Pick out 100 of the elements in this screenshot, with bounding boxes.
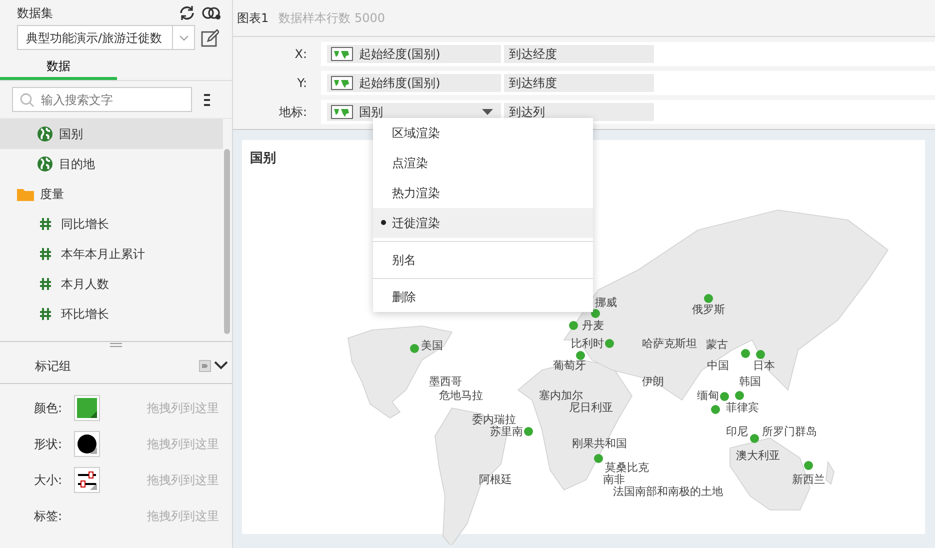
landmass-shape	[826, 460, 834, 485]
data-tab[interactable]: 数据	[0, 53, 117, 80]
hash-icon	[40, 218, 51, 230]
caret-icon	[482, 108, 493, 114]
splitter-handle[interactable]	[0, 341, 232, 348]
slider-icon	[77, 470, 97, 490]
location-dot	[711, 405, 720, 414]
country-label: 美国	[421, 340, 443, 352]
menu-item[interactable]: 热力渲染	[373, 178, 593, 208]
field-item[interactable]: 本月人数	[0, 269, 223, 299]
country-label: 印尼	[726, 426, 748, 438]
hash-icon	[40, 278, 51, 290]
size-button[interactable]	[74, 467, 100, 493]
mark-label: 标签:	[34, 508, 64, 525]
menu-item[interactable]: 迁徙渲染	[373, 208, 593, 238]
country-label: 尼日利亚	[569, 402, 613, 414]
color-swatch-icon	[77, 398, 97, 418]
country-label: 日本	[753, 360, 775, 372]
country-label: 莫桑比克	[605, 462, 649, 474]
target-pill[interactable]: 到达纬度	[504, 74, 654, 92]
location-dot	[804, 461, 813, 470]
location-dot	[756, 350, 765, 359]
dataset-select[interactable]: 典型功能演示/旅游迁徙数	[17, 25, 195, 50]
shelf-label: X:	[294, 46, 308, 62]
menu-item[interactable]: 别名	[373, 245, 593, 275]
location-dot	[594, 454, 603, 463]
country-label: 所罗门群岛	[762, 426, 817, 438]
country-label: 菲律宾	[726, 402, 759, 414]
chart-title: 图表1	[237, 10, 269, 27]
linked-circles-icon[interactable]	[202, 5, 222, 21]
chevron-down-icon[interactable]	[214, 361, 228, 370]
drop-hint: 拖拽列到这里	[147, 436, 219, 453]
field-item[interactable]: 同比增长	[0, 209, 223, 239]
target-pill[interactable]: 到达经度	[504, 44, 654, 62]
country-label: 伊朗	[642, 376, 664, 388]
location-dot	[735, 391, 744, 400]
map-icon	[331, 76, 353, 90]
menu-item[interactable]: 点渲染	[373, 148, 593, 178]
country-label: 俄罗斯	[692, 304, 725, 316]
country-label: 挪威	[595, 297, 617, 309]
country-label: 刚果共和国	[572, 438, 627, 450]
location-dot	[741, 349, 750, 358]
caret-icon	[178, 34, 188, 40]
bullet-icon	[381, 220, 386, 225]
mark-label: 颜色:	[34, 400, 64, 417]
country-label: 新西兰	[792, 474, 825, 486]
shape-button[interactable]	[74, 431, 100, 457]
country-label: 阿根廷	[479, 474, 512, 486]
mark-label: 大小:	[34, 472, 64, 489]
country-label: 法国南部和南极的土地	[613, 486, 723, 498]
map-icon	[331, 46, 353, 60]
country-label: 葡萄牙	[553, 360, 586, 372]
field-item[interactable]: 本年本月止累计	[0, 239, 223, 269]
field-item[interactable]: 目的地	[0, 149, 223, 179]
map-icon	[331, 104, 353, 118]
edit-icon[interactable]	[201, 28, 219, 46]
refresh-icon[interactable]	[178, 4, 196, 22]
sample-count: 数据样本行数 5000	[278, 10, 385, 27]
dataset-label: 数据集	[17, 5, 53, 22]
hash-icon	[40, 248, 51, 260]
menu-icon[interactable]	[204, 94, 210, 106]
scrollbar[interactable]	[224, 149, 230, 334]
search-icon	[20, 93, 34, 107]
grip-icon	[110, 343, 122, 347]
panel-title: 标记组	[35, 358, 71, 374]
country-label: 哈萨克斯坦	[642, 338, 697, 350]
drop-hint: 拖拽列到这里	[147, 508, 219, 525]
map-title: 国别	[250, 150, 276, 168]
globe-icon	[37, 126, 53, 142]
field-item[interactable]: 度量	[0, 179, 223, 209]
country-label: 澳大利亚	[736, 450, 780, 462]
search-field[interactable]: 输入搜索文字	[12, 87, 192, 112]
field-item[interactable]: 环比增长	[0, 299, 223, 329]
field-pill[interactable]: 起始纬度(国别)	[327, 74, 501, 92]
globe-icon	[37, 156, 53, 172]
menu-item[interactable]: 区域渲染	[373, 118, 593, 148]
tag-icon	[199, 360, 211, 372]
country-label: 危地马拉	[439, 390, 483, 402]
country-label: 苏里南	[490, 426, 523, 438]
color-button[interactable]	[74, 395, 100, 421]
country-label: 蒙古	[706, 339, 728, 351]
hash-icon	[40, 308, 51, 320]
field-pill[interactable]: 起始经度(国别)	[327, 44, 501, 62]
shelf-label: 地标:	[278, 104, 308, 120]
drop-hint: 拖拽列到这里	[147, 472, 219, 489]
drop-hint: 拖拽列到这里	[147, 400, 219, 417]
country-label: 中国	[707, 360, 729, 372]
country-label: 丹麦	[582, 320, 604, 332]
field-item[interactable]: 国别	[0, 119, 223, 149]
country-label: 比利时	[571, 338, 604, 350]
location-dot	[576, 351, 585, 360]
country-label: 韩国	[739, 376, 761, 388]
field-pill[interactable]: 国别	[327, 102, 501, 120]
location-dot	[569, 321, 578, 330]
target-pill[interactable]: 到达列	[504, 102, 654, 120]
menu-item[interactable]: 删除	[373, 282, 593, 312]
country-label: 塞内加尔	[539, 390, 583, 402]
circle-icon	[77, 434, 97, 454]
mark-label: 形状:	[34, 436, 64, 453]
country-label: 墨西哥	[429, 376, 462, 388]
